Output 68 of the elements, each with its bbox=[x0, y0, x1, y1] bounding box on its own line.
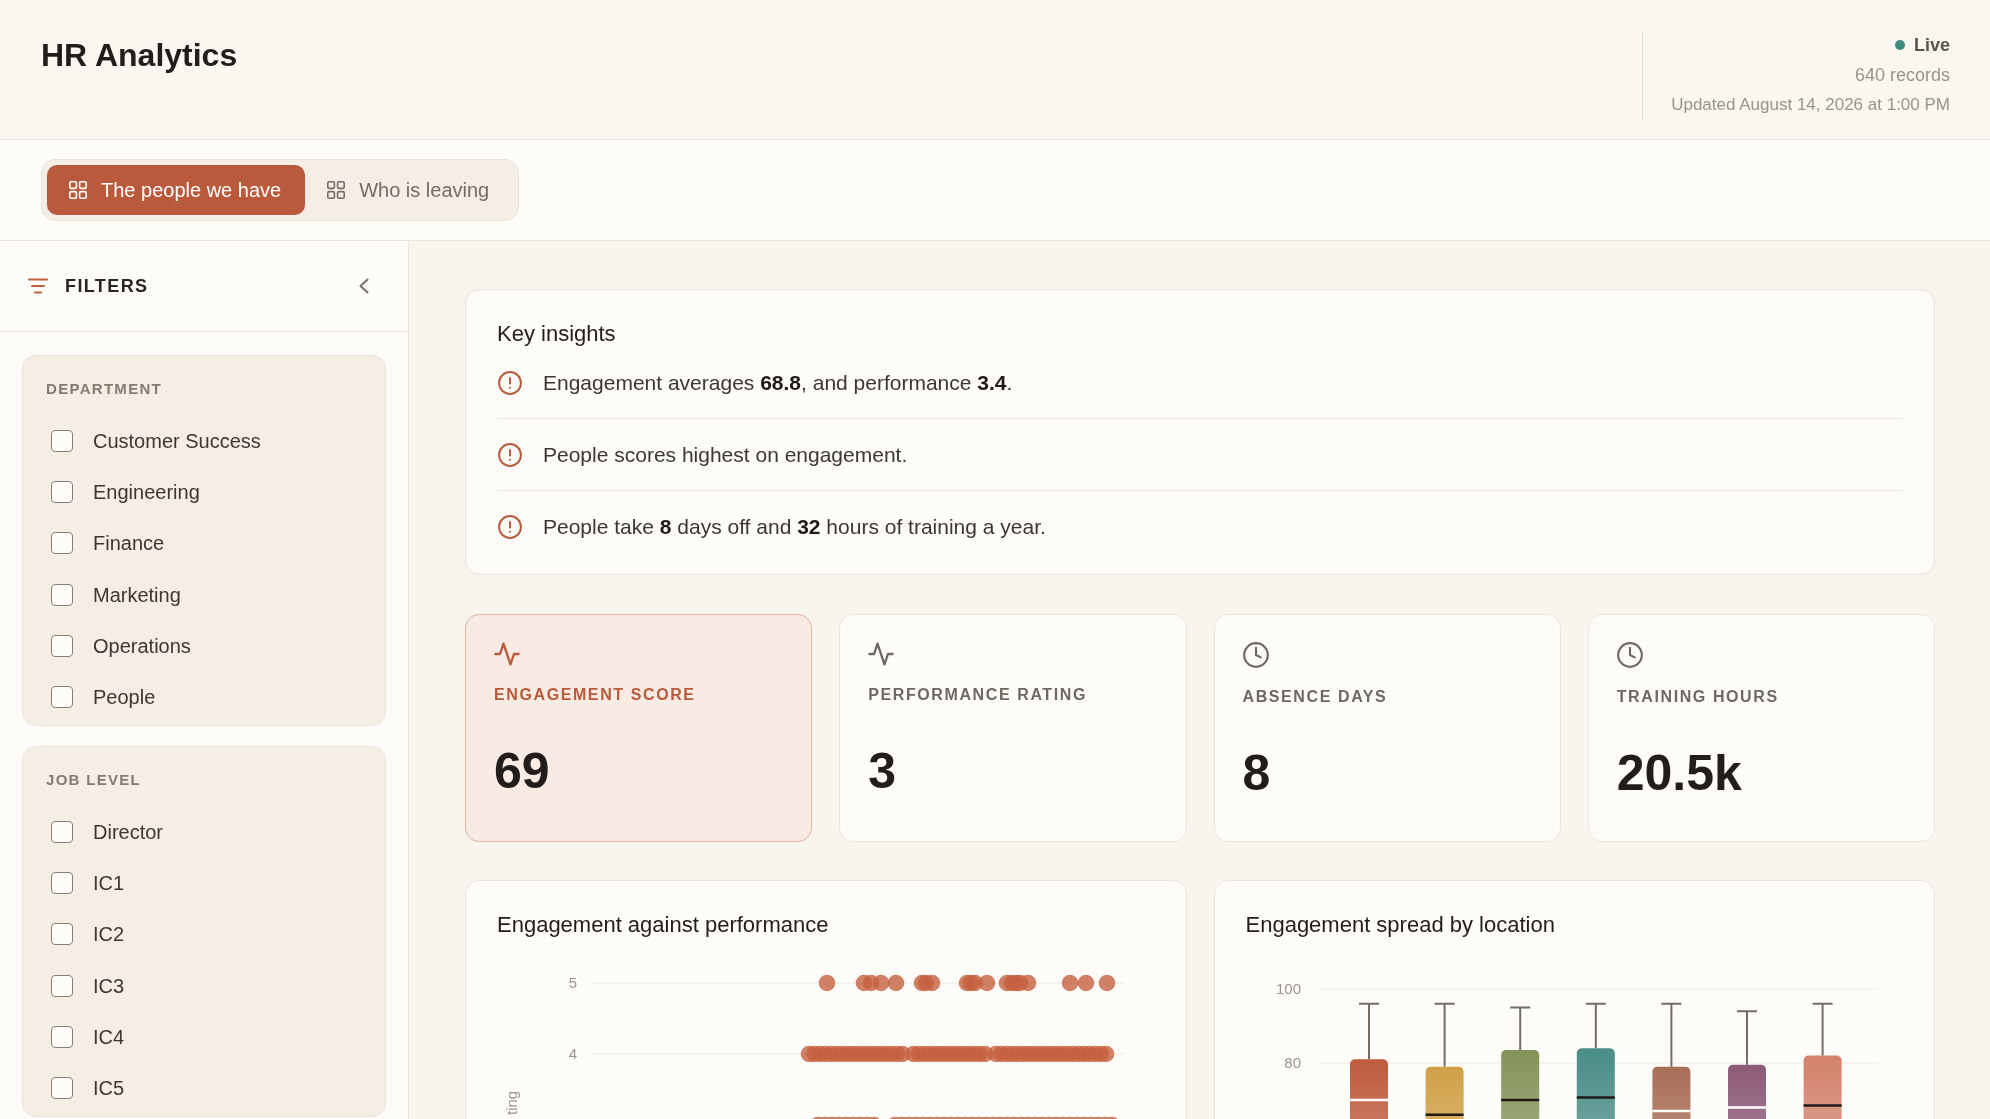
kpi-card[interactable]: ABSENCE DAYS 8 bbox=[1213, 614, 1561, 842]
checkbox[interactable] bbox=[51, 686, 73, 709]
status-label: Live bbox=[1913, 34, 1950, 57]
chevron-left-icon[interactable] bbox=[359, 278, 369, 294]
checkbox[interactable] bbox=[51, 532, 73, 555]
insight-text: People scores highest on engagement. bbox=[543, 443, 908, 467]
checkbox[interactable] bbox=[51, 820, 73, 843]
kpi-value: 69 bbox=[494, 743, 550, 799]
card-title: Key insights bbox=[497, 320, 616, 348]
pulse-icon bbox=[868, 642, 895, 666]
tab[interactable]: Who is leaving bbox=[305, 165, 514, 215]
clock-icon bbox=[1616, 642, 1643, 668]
updated-timestamp: Updated August 14, 2026 at 1:00 PM bbox=[1671, 94, 1950, 116]
checkbox[interactable] bbox=[51, 429, 73, 452]
kpi-value: 20.5k bbox=[1616, 745, 1742, 801]
kpi-label: ABSENCE DAYS bbox=[1242, 687, 1388, 707]
checkbox[interactable] bbox=[51, 1025, 73, 1048]
kpi-value: 3 bbox=[868, 743, 897, 799]
sidebar-title: FILTERS bbox=[65, 275, 149, 297]
checkbox-label[interactable]: Finance bbox=[93, 531, 165, 556]
kpi-card[interactable]: ENGAGEMENT SCORE 69 bbox=[465, 614, 813, 842]
checkbox-label[interactable]: IC4 bbox=[93, 1024, 125, 1049]
checkbox-label[interactable]: People bbox=[93, 685, 156, 710]
checkbox-label[interactable]: Marketing bbox=[93, 582, 181, 607]
filter-group-title: DEPARTMENT bbox=[46, 379, 163, 399]
checkbox-label[interactable]: IC3 bbox=[93, 973, 125, 998]
kpi-label: PERFORMANCE RATING bbox=[868, 685, 1087, 705]
axis-tick-label: 5 bbox=[568, 974, 577, 991]
record-count: 640 records bbox=[1854, 64, 1950, 87]
checkbox-label[interactable]: Customer Success bbox=[93, 428, 261, 453]
kpi-card[interactable]: TRAINING HOURS 20.5k bbox=[1587, 614, 1935, 842]
axis-tick-label: 100 bbox=[1275, 980, 1301, 997]
grid-icon bbox=[327, 181, 346, 199]
kpi-card[interactable]: PERFORMANCE RATING 3 bbox=[839, 614, 1187, 842]
alert-icon bbox=[498, 443, 522, 467]
kpi-label: TRAINING HOURS bbox=[1616, 687, 1779, 707]
checkbox[interactable] bbox=[51, 634, 73, 657]
grid-icon bbox=[69, 181, 87, 199]
kpi-label: ENGAGEMENT SCORE bbox=[494, 685, 696, 705]
checkbox-label[interactable]: Engineering bbox=[93, 479, 200, 504]
checkbox[interactable] bbox=[51, 583, 73, 606]
alert-icon bbox=[498, 515, 522, 539]
insight-text: People take 8 days off and 32 hours of training a year. bbox=[543, 515, 1046, 539]
checkbox[interactable] bbox=[51, 974, 73, 997]
pulse-icon bbox=[494, 642, 520, 666]
kpi-value: 8 bbox=[1242, 745, 1271, 801]
chart-title: Engagement against performance bbox=[497, 911, 829, 939]
alert-icon bbox=[498, 371, 522, 395]
checkbox[interactable] bbox=[51, 871, 73, 894]
checkbox-label[interactable]: IC2 bbox=[93, 922, 125, 947]
clock-icon bbox=[1242, 642, 1269, 668]
chart-title: Engagement spread by location bbox=[1245, 911, 1555, 939]
axis-title: ting bbox=[503, 1090, 520, 1115]
checkbox-label[interactable]: Director bbox=[93, 819, 163, 844]
checkbox[interactable] bbox=[51, 480, 73, 503]
checkbox-label[interactable]: IC1 bbox=[93, 870, 125, 895]
checkbox-label[interactable]: Operations bbox=[93, 633, 191, 658]
app-title: HR Analytics bbox=[41, 36, 238, 74]
axis-tick-label: 80 bbox=[1283, 1054, 1301, 1071]
insight-text: Engagement averages 68.8, and performance 3.4. bbox=[543, 371, 1013, 395]
filter-group-title: JOB LEVEL bbox=[46, 770, 142, 790]
axis-tick-label: 4 bbox=[568, 1045, 577, 1062]
tab[interactable]: The people we have bbox=[47, 165, 306, 215]
checkbox[interactable] bbox=[51, 923, 73, 946]
checkbox[interactable] bbox=[51, 1077, 73, 1100]
filter-icon bbox=[28, 278, 48, 294]
checkbox-label[interactable]: IC5 bbox=[93, 1076, 125, 1101]
status-dot-icon bbox=[1894, 40, 1905, 50]
